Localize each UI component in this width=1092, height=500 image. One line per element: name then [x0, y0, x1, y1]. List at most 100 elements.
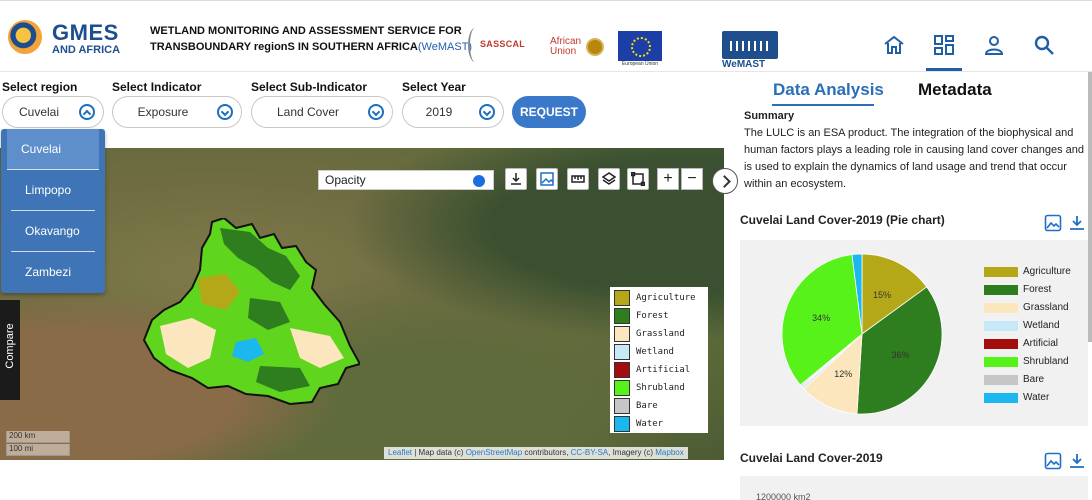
pie-legend-swatch [984, 393, 1018, 403]
tab-metadata[interactable]: Metadata [918, 80, 992, 100]
african-union-seal-icon [586, 38, 604, 56]
map-legend-item: Water [612, 415, 708, 433]
map-legend-item: Grassland [612, 325, 708, 343]
pie-legend-item[interactable]: Shrubland [984, 354, 1084, 372]
pie-chart-title: Cuvelai Land Cover-2019 (Pie chart) [740, 213, 945, 227]
leaflet-link[interactable]: Leaflet [388, 448, 412, 457]
subindicator-label: Select Sub-Indicator [251, 80, 368, 94]
download-icon[interactable] [1068, 214, 1086, 232]
pie-data-label: 34% [812, 313, 830, 323]
year-select[interactable]: 2019 [402, 96, 504, 128]
region-option-cuvelai[interactable]: Cuvelai [7, 129, 99, 170]
pie-legend-label: Wetland [1023, 320, 1060, 331]
legend-label: Shrubland [636, 383, 685, 393]
pie-legend-label: Bare [1023, 374, 1045, 385]
wemast-logo-text: WeMAST [722, 59, 766, 70]
pie-legend-item[interactable]: Agriculture [984, 264, 1084, 282]
image-export-icon[interactable] [1044, 214, 1062, 232]
chevron-down-icon[interactable] [217, 104, 233, 120]
pie-legend-label: Grassland [1023, 302, 1069, 313]
chevron-down-icon[interactable] [368, 104, 384, 120]
compare-tab[interactable]: Compare [0, 300, 20, 400]
gmes-logo-main: GMES [52, 20, 119, 45]
summary-text: The LULC is an ESA product. The integrat… [744, 127, 1084, 190]
opacity-slider[interactable]: Opacity [318, 170, 494, 190]
download-icon[interactable] [1068, 452, 1086, 470]
subindicator-select-value: Land Cover [276, 105, 340, 119]
user-icon[interactable] [982, 33, 1006, 57]
panel-scrollbar[interactable] [1088, 72, 1092, 342]
zoom-out-button[interactable]: − [681, 168, 703, 190]
legend-swatch [614, 416, 630, 432]
legend-label: Forest [636, 311, 669, 321]
attribution-text-2: contributors, [522, 448, 571, 457]
pie-legend-item[interactable]: Forest [984, 282, 1084, 300]
image-export-icon[interactable] [536, 168, 558, 190]
pie-legend-label: Water [1023, 392, 1050, 403]
legend-swatch [614, 398, 630, 414]
download-map-icon[interactable] [505, 168, 527, 190]
panel-toggle-chevron-icon[interactable] [712, 168, 738, 194]
region-label: Select region [2, 80, 78, 94]
legend-label: Artificial [636, 365, 691, 375]
african-union-line2: Union [550, 46, 577, 57]
fullscreen-icon[interactable] [627, 168, 649, 190]
region-option-zambezi[interactable]: Zambezi [11, 252, 95, 293]
site-title-line1: WETLAND MONITORING AND ASSESSMENT SERVIC… [150, 25, 462, 37]
subindicator-select[interactable]: Land Cover [251, 96, 393, 128]
pie-legend-swatch [984, 357, 1018, 367]
map-attribution: Leaflet | Map data (c) OpenStreetMap con… [384, 447, 688, 459]
chevron-up-icon[interactable] [79, 104, 95, 120]
request-button[interactable]: REQUEST [512, 96, 586, 128]
search-icon[interactable] [1032, 33, 1056, 57]
mapbox-link[interactable]: Mapbox [655, 448, 683, 457]
image-export-icon[interactable] [1044, 452, 1062, 470]
pie-legend-item[interactable]: Wetland [984, 318, 1084, 336]
legend-swatch [614, 344, 630, 360]
layers-icon[interactable] [598, 168, 620, 190]
dashboard-icon[interactable] [932, 33, 956, 57]
region-option-okavango[interactable]: Okavango [11, 211, 95, 252]
license-link[interactable]: CC-BY-SA [571, 448, 609, 457]
legend-swatch [614, 362, 630, 378]
pie-legend-item[interactable]: Artificial [984, 336, 1084, 354]
eu-flag-icon [618, 31, 662, 61]
region-dropdown: Cuvelai Limpopo Okavango Zambezi [1, 129, 105, 293]
site-title: WETLAND MONITORING AND ASSESSMENT SERVIC… [150, 23, 472, 55]
indicator-select[interactable]: Exposure [112, 96, 242, 128]
gmes-logo[interactable]: GMES AND AFRICA [6, 18, 126, 60]
pie-legend-item[interactable]: Bare [984, 372, 1084, 390]
pie-legend-item[interactable]: Water [984, 390, 1084, 408]
pie-legend-item[interactable]: Grassland [984, 300, 1084, 318]
home-icon[interactable] [882, 33, 906, 57]
region-land-cover-layer [142, 218, 360, 406]
region-select[interactable]: Cuvelai [2, 96, 104, 128]
tab-active-indicator [772, 104, 874, 106]
year-label: Select Year [402, 80, 466, 94]
gmes-logo-text: GMES AND AFRICA [52, 20, 120, 57]
zoom-in-button[interactable]: + [657, 168, 679, 190]
bar-chart-title: Cuvelai Land Cover-2019 [740, 451, 883, 465]
legend-label: Agriculture [636, 293, 696, 303]
year-select-value: 2019 [425, 105, 453, 119]
map-toolbar: + − [505, 168, 705, 192]
sasscal-logo: SASSCAL [468, 28, 538, 64]
opacity-slider-knob[interactable] [473, 175, 485, 187]
site-title-line2-text: TRANSBOUNDARY regionS IN SOUTHERN AFRICA [150, 41, 418, 53]
osm-link[interactable]: OpenStreetMap [466, 448, 522, 457]
legend-swatch [614, 326, 630, 342]
region-option-limpopo[interactable]: Limpopo [11, 170, 95, 211]
map-legend: Agriculture Forest Grassland Wetland Art… [610, 287, 708, 433]
pie-legend-swatch [984, 267, 1018, 277]
map-legend-item: Wetland [612, 343, 708, 361]
nav-active-indicator [926, 68, 962, 71]
wemast-logo[interactable]: WeMAST [722, 31, 778, 70]
page: GMES AND AFRICA WETLAND MONITORING AND A… [0, 0, 1092, 500]
attribution-text-1: | Map data (c) [412, 448, 466, 457]
bar-chart-y-tick: 1200000 km2 [756, 492, 811, 500]
tab-data-analysis[interactable]: Data Analysis [773, 80, 884, 100]
bar-chart-card: 1200000 km2 [740, 476, 1088, 500]
ruler-icon[interactable] [567, 168, 589, 190]
chevron-down-icon[interactable] [479, 104, 495, 120]
pie-chart-actions [1044, 214, 1088, 234]
